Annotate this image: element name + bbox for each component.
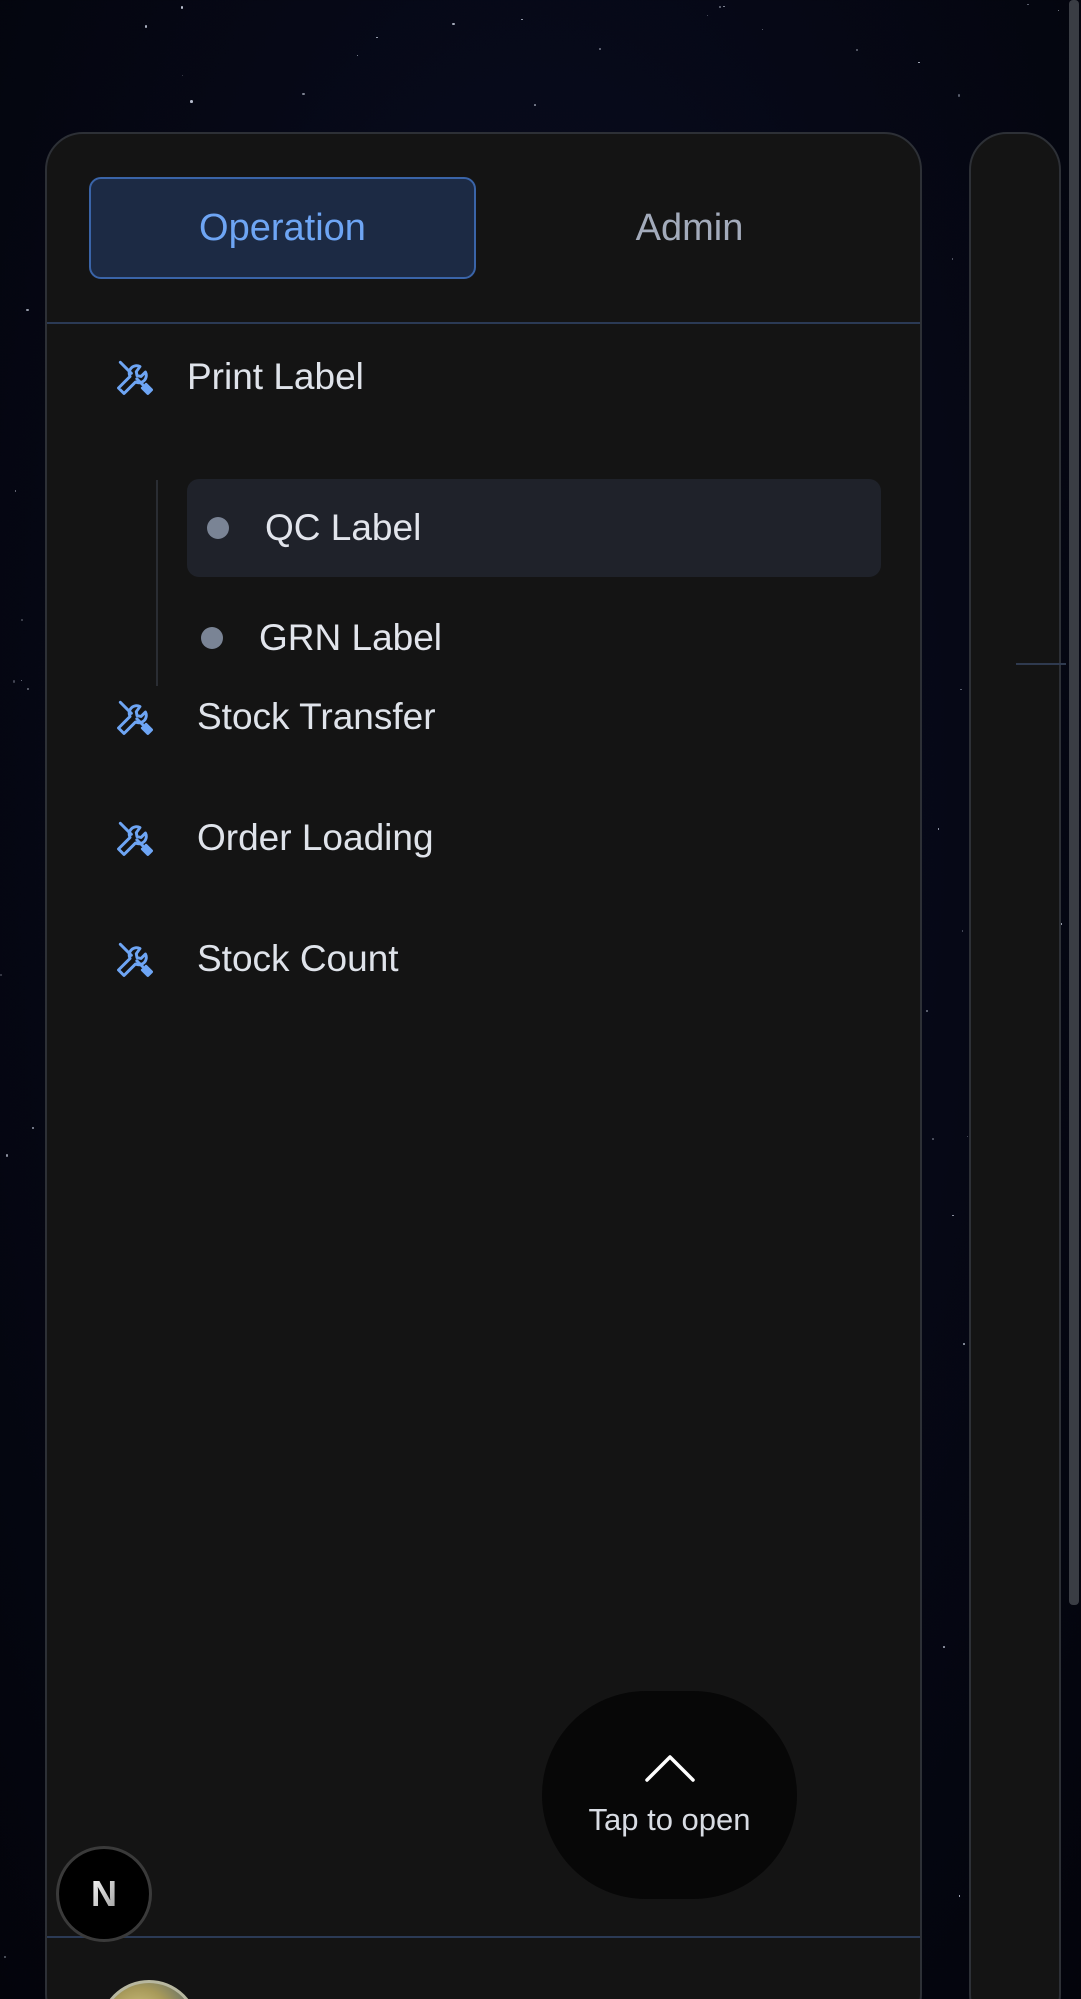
n-logo-icon[interactable]: N (56, 1846, 152, 1942)
star (20, 619, 24, 622)
tools-icon (113, 355, 157, 399)
star (376, 36, 378, 39)
tab-bar: Operation Admin (47, 134, 920, 324)
svg-text:N: N (91, 1873, 117, 1914)
menu-item-stock-count[interactable]: Stock Count (113, 937, 399, 981)
star (961, 929, 964, 932)
star (26, 687, 29, 690)
star (937, 827, 940, 830)
fab-label: Tap to open (588, 1801, 751, 1837)
tab-operation[interactable]: Operation (89, 177, 476, 279)
tools-icon (113, 816, 157, 860)
star (302, 92, 305, 96)
star (952, 258, 954, 260)
star (31, 1126, 35, 1130)
star (12, 680, 15, 683)
star (962, 1343, 965, 1345)
menu-item-label: Stock Count (197, 938, 399, 979)
star (452, 23, 455, 26)
tools-icon (113, 937, 157, 981)
tools-icon (113, 695, 157, 739)
dot-icon (207, 517, 229, 539)
star (723, 5, 725, 8)
star (719, 6, 721, 9)
menu-item-order-loading[interactable]: Order Loading (113, 816, 434, 860)
chevron-up-icon (644, 1753, 696, 1788)
tap-to-open-button[interactable]: Tap to open (542, 1691, 797, 1899)
star (761, 29, 763, 31)
star (357, 54, 359, 57)
star (21, 679, 23, 681)
footer-divider (47, 1936, 920, 1938)
secondary-panel (969, 132, 1066, 1999)
sub-item-grn-label[interactable]: GRN Label (201, 589, 442, 687)
star (1026, 3, 1029, 6)
star (182, 74, 184, 76)
star (26, 308, 29, 312)
star (534, 104, 536, 106)
scrollbar[interactable] (1069, 0, 1079, 1605)
star (960, 688, 962, 691)
divider (1016, 663, 1066, 665)
star (855, 49, 858, 51)
star (5, 1154, 9, 1157)
n-letter: N (91, 1873, 117, 1914)
star (144, 25, 148, 28)
dot-icon (201, 627, 223, 649)
menu-item-label: Order Loading (197, 817, 434, 858)
star (918, 62, 920, 64)
star (0, 973, 3, 976)
star (14, 490, 16, 492)
star (966, 1136, 968, 1138)
star (958, 94, 961, 97)
sub-item-label: GRN Label (259, 617, 443, 658)
star (4, 1955, 7, 1959)
star (952, 1214, 954, 1216)
menu-item-stock-transfer[interactable]: Stock Transfer (113, 695, 436, 739)
star (190, 100, 194, 103)
avatar[interactable] (99, 1980, 199, 1999)
star (1058, 10, 1060, 12)
sub-item-qc-label[interactable]: QC Label (187, 479, 881, 577)
star (180, 5, 184, 9)
star (932, 1138, 934, 1141)
tab-admin[interactable]: Admin (496, 177, 883, 279)
menu-item-label: Print Label (187, 356, 364, 397)
star (521, 18, 523, 21)
menu-item-print-label[interactable]: Print Label (113, 355, 364, 399)
star (599, 48, 602, 50)
sub-item-label: QC Label (265, 507, 422, 548)
star (943, 1646, 945, 1648)
star (958, 1895, 961, 1897)
star (925, 1009, 929, 1013)
menu-item-label: Stock Transfer (197, 696, 436, 737)
subtree-connector (156, 480, 158, 686)
star (707, 15, 709, 17)
sidebar-panel: Operation Admin Print Label QC Label GRN… (45, 132, 922, 1999)
